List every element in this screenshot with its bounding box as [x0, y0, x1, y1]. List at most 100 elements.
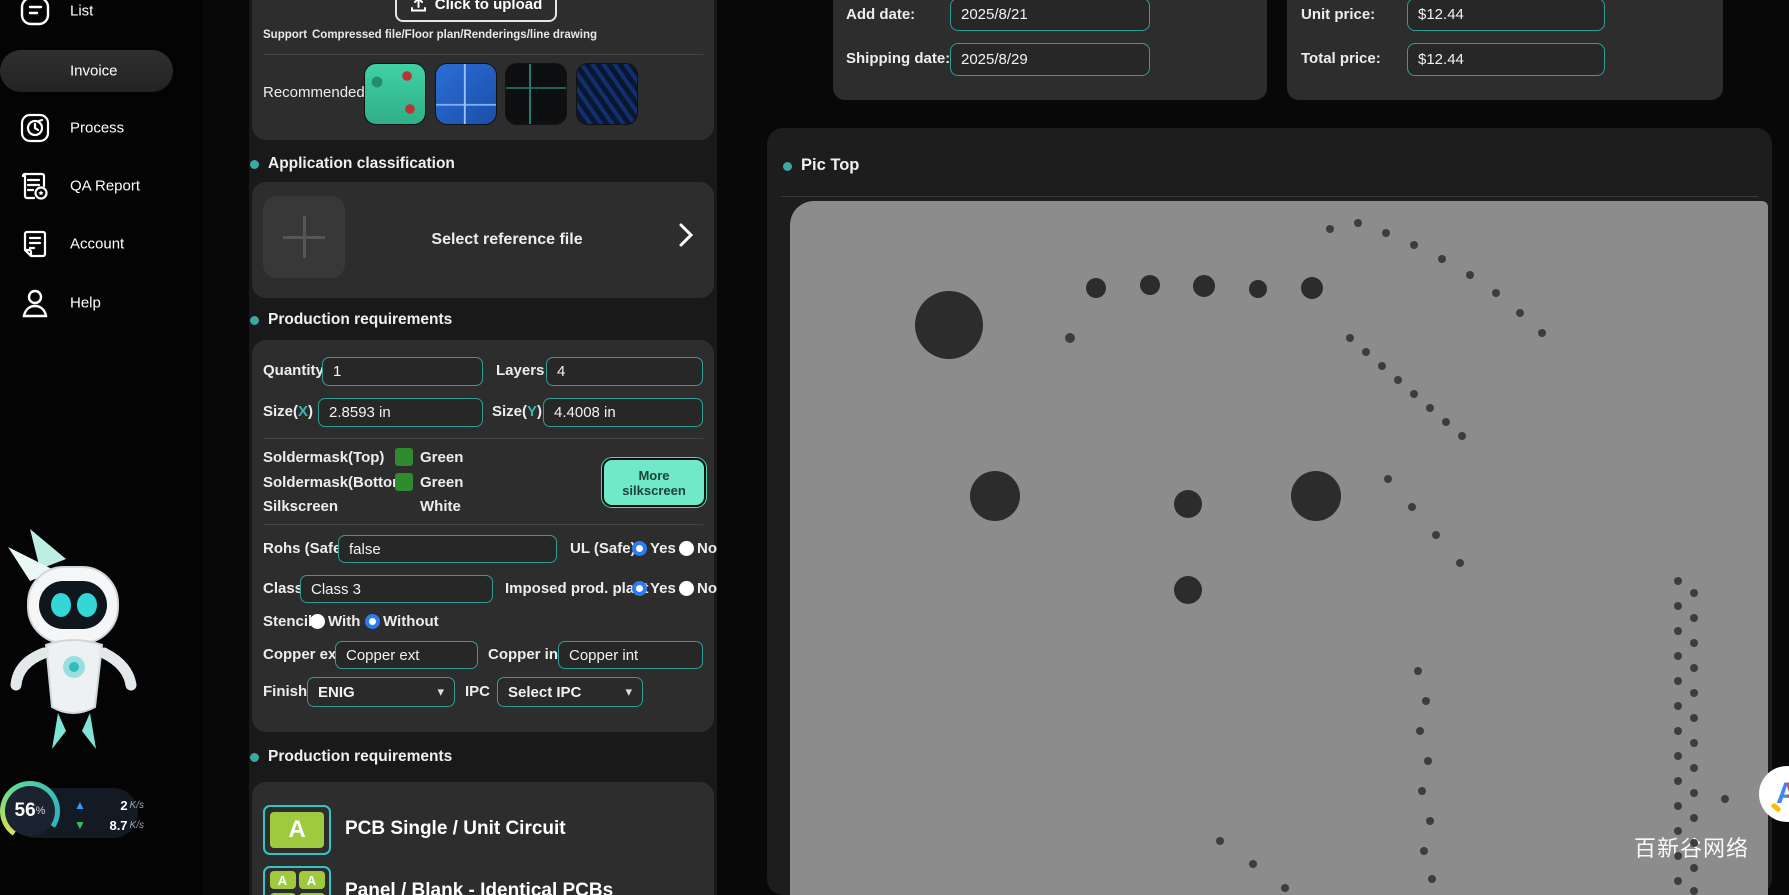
ul-label: UL (Safe) [570, 539, 636, 559]
finish-value: ENIG [318, 684, 355, 701]
quantity-label: Quantity [263, 361, 324, 381]
total-price-input[interactable] [1407, 43, 1605, 76]
shipping-date-label: Shipping date: [846, 50, 950, 67]
sidebar-item-list[interactable]: List [0, 0, 203, 31]
pcb-panel-option[interactable]: A A A A [263, 866, 331, 895]
sidebar-item-process[interactable]: Process [0, 108, 203, 148]
more-silkscreen-label: More silkscreen [619, 468, 689, 498]
imposed-no-radio[interactable] [679, 581, 694, 596]
drill-dot [1346, 334, 1354, 342]
drill-hole [1291, 471, 1341, 521]
unit-price-input[interactable] [1407, 0, 1605, 31]
ul-yes-label: Yes [650, 539, 676, 559]
soldermask-bottom-value: Green [420, 473, 463, 493]
layers-label: Layers [496, 361, 544, 381]
drill-dot [1426, 404, 1434, 412]
chevron-right-icon[interactable] [678, 222, 694, 248]
drill-dot [1674, 777, 1682, 785]
stencil-without-radio[interactable] [365, 614, 380, 629]
upload-speed-unit: K/s [130, 800, 144, 811]
drill-dot [1674, 577, 1682, 585]
drill-dot [1354, 219, 1362, 227]
section-dot [250, 316, 259, 325]
stencil-with-radio[interactable] [310, 614, 325, 629]
drill-hole [915, 291, 983, 359]
section-production-requirements: Production requirements [268, 311, 452, 329]
drill-dot [1216, 837, 1224, 845]
ul-no-radio[interactable] [679, 541, 694, 556]
drill-dot [1690, 689, 1698, 697]
layers-input[interactable] [546, 357, 703, 386]
imposed-plant-label: Imposed prod. plant [505, 579, 648, 599]
drill-dot [1690, 887, 1698, 895]
size-y-label: Size(Y) [492, 402, 542, 422]
divider [263, 438, 703, 439]
dates-card: Add date: Shipping date: [833, 0, 1267, 100]
stencil-with-label: With [328, 612, 360, 632]
shipping-date-input[interactable] [950, 43, 1150, 76]
divider [781, 196, 1758, 197]
sidebar-item-account[interactable]: Account [0, 224, 203, 264]
size-y-input[interactable] [543, 398, 703, 427]
drill-dot [1432, 531, 1440, 539]
drill-dot [1458, 432, 1466, 440]
ul-no-label: No [697, 539, 717, 559]
finish-label: Finish [263, 682, 307, 702]
upload-button[interactable]: Click to upload [395, 0, 557, 22]
drill-dot [1414, 667, 1422, 675]
class-input[interactable] [300, 575, 493, 603]
size-x-input[interactable] [318, 398, 483, 427]
recommended-thumb-navy-pcb[interactable] [576, 63, 638, 125]
progress-percent-badge[interactable]: 56 % [5, 786, 55, 836]
sidebar-item-invoice[interactable]: Invoice [0, 50, 173, 92]
drill-dot [1418, 787, 1426, 795]
drill-dot [1690, 839, 1698, 847]
reference-file-card[interactable]: Select reference file [252, 182, 714, 298]
recommended-thumb-dark-cad[interactable] [505, 63, 567, 125]
copper-ext-input[interactable] [335, 641, 478, 669]
add-reference-placeholder[interactable] [263, 196, 345, 278]
drill-hole [1140, 275, 1160, 295]
drill-dot [1410, 390, 1418, 398]
drill-dot [1674, 677, 1682, 685]
drill-dot [1466, 271, 1474, 279]
pcb-single-option[interactable]: A [263, 805, 331, 855]
soldermask-bottom-swatch[interactable] [395, 473, 413, 491]
prices-card: Unit price: Total price: [1287, 0, 1723, 100]
rohs-input[interactable] [338, 535, 557, 563]
silkscreen-value: White [420, 497, 461, 517]
sidebar-item-qa-report[interactable]: QA Report [0, 166, 203, 206]
drill-hole [970, 471, 1020, 521]
support-label: Support [263, 29, 307, 41]
drill-dot [1422, 697, 1430, 705]
sidebar-item-help[interactable]: Help [0, 283, 203, 323]
drill-dot [1690, 764, 1698, 772]
support-formats: Compressed file/Floor plan/Renderings/li… [312, 29, 597, 41]
drill-dot [1690, 639, 1698, 647]
drill-dot [1408, 503, 1416, 511]
stencil-without-label: Without [383, 612, 439, 632]
rohs-label: Rohs (Safe) [263, 539, 346, 559]
drill-dot [1690, 789, 1698, 797]
soldermask-bottom-label: Soldermask(Bottom) [263, 473, 411, 493]
ul-yes-radio[interactable] [632, 541, 647, 556]
ipc-value: Select IPC [508, 684, 581, 701]
soldermask-top-swatch[interactable] [395, 448, 413, 466]
section-dot [250, 160, 259, 169]
more-silkscreen-button[interactable]: More silkscreen [602, 458, 706, 507]
drill-dot [1416, 727, 1424, 735]
finish-select[interactable]: ENIG ▾ [307, 677, 455, 707]
tile-letter: A [299, 871, 325, 889]
imposed-yes-radio[interactable] [632, 581, 647, 596]
ipc-select[interactable]: Select IPC ▾ [497, 677, 643, 707]
pic-top-panel: Pic Top 百新谷网络 [767, 128, 1772, 895]
recommended-thumb-green-pcb[interactable] [364, 63, 426, 125]
drill-hole [1086, 278, 1106, 298]
recommended-thumb-blue-cad[interactable] [435, 63, 497, 125]
quantity-input[interactable] [322, 357, 483, 386]
section-application-classification: Application classification [268, 155, 455, 173]
copper-int-input[interactable] [558, 641, 703, 669]
drill-dot [1690, 714, 1698, 722]
drill-dot [1674, 827, 1682, 835]
add-date-input[interactable] [950, 0, 1150, 31]
